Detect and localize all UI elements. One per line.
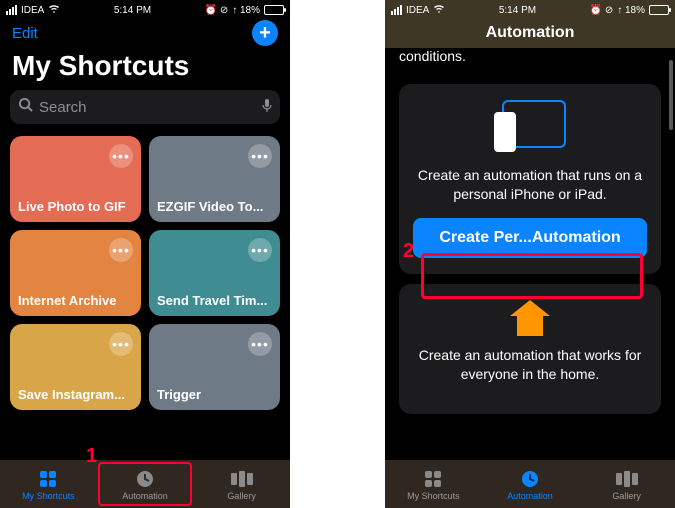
automation-icon: [519, 468, 541, 490]
shortcut-tile[interactable]: ••• Trigger: [149, 324, 280, 410]
tab-label: Gallery: [227, 491, 256, 501]
more-icon[interactable]: •••: [248, 238, 272, 262]
search-input[interactable]: Search: [10, 90, 280, 124]
annotation-number-1: 1: [86, 445, 97, 468]
annotation-number-2: 2: [403, 240, 414, 263]
shortcut-grid: ••• Live Photo to GIF ••• EZGIF Video To…: [0, 136, 290, 410]
tab-label: Automation: [122, 491, 168, 501]
shortcut-tile[interactable]: ••• EZGIF Video To...: [149, 136, 280, 222]
search-placeholder: Search: [39, 99, 256, 116]
shortcut-tile[interactable]: ••• Live Photo to GIF: [10, 136, 141, 222]
tile-label: EZGIF Video To...: [157, 199, 272, 214]
scrollbar-thumb[interactable]: [669, 60, 673, 130]
card-description: Create an automation that works for ever…: [413, 346, 647, 384]
shortcut-tile[interactable]: ••• Send Travel Tim...: [149, 230, 280, 316]
topbar: IDEA 5:14 PM ⏰ ⊘ ↑ 18% Automation: [385, 0, 675, 48]
more-icon[interactable]: •••: [109, 332, 133, 356]
add-button[interactable]: +: [252, 20, 278, 46]
tile-label: Internet Archive: [18, 293, 133, 308]
tab-label: Gallery: [612, 491, 641, 501]
battery-text: ↑ 18%: [617, 5, 645, 16]
more-icon[interactable]: •••: [248, 144, 272, 168]
signal-icon: [391, 5, 402, 15]
more-icon[interactable]: •••: [109, 238, 133, 262]
battery-text: ↑ 18%: [232, 5, 260, 16]
shortcuts-icon: [37, 468, 59, 490]
carrier-label: IDEA: [406, 5, 429, 16]
tab-bar: My Shortcuts Automation Gallery: [385, 460, 675, 508]
tab-automation[interactable]: Automation: [482, 460, 579, 508]
wifi-icon: [48, 4, 60, 17]
tile-label: Live Photo to GIF: [18, 199, 133, 214]
tile-label: Save Instagram...: [18, 387, 133, 402]
tab-gallery[interactable]: Gallery: [578, 460, 675, 508]
search-icon: [18, 97, 33, 117]
shortcut-tile[interactable]: ••• Save Instagram...: [10, 324, 141, 410]
scrollbar[interactable]: [669, 60, 673, 458]
gallery-icon: [616, 468, 638, 490]
plus-icon: +: [259, 22, 271, 45]
tab-my-shortcuts[interactable]: My Shortcuts: [385, 460, 482, 508]
mic-icon: [262, 99, 272, 116]
shortcuts-icon: [422, 468, 444, 490]
tab-my-shortcuts[interactable]: My Shortcuts: [0, 460, 97, 508]
phone-left: IDEA 5:14 PM ⏰ ⊘ ↑ 18% Edit + My Shortcu…: [0, 0, 290, 508]
card-description: Create an automation that runs on a pers…: [413, 166, 647, 204]
signal-icon: [6, 5, 17, 15]
tile-label: Trigger: [157, 387, 272, 402]
automation-icon: [134, 468, 156, 490]
carrier-label: IDEA: [21, 5, 44, 16]
tile-label: Send Travel Tim...: [157, 293, 272, 308]
battery-icon: [649, 5, 669, 15]
status-icons: ⏰ ⊘: [205, 5, 229, 16]
gallery-icon: [231, 468, 253, 490]
status-icons: ⏰ ⊘: [590, 5, 614, 16]
tab-label: My Shortcuts: [22, 491, 75, 501]
phone-right: IDEA 5:14 PM ⏰ ⊘ ↑ 18% Automation condit…: [385, 0, 675, 508]
page-title: My Shortcuts: [0, 48, 290, 90]
tab-bar: My Shortcuts Automation Gallery: [0, 460, 290, 508]
screen-title: Automation: [421, 24, 639, 42]
edit-button[interactable]: Edit: [12, 25, 38, 42]
home-automation-card: Create an automation that works for ever…: [399, 284, 661, 414]
tab-automation[interactable]: Automation: [97, 460, 194, 508]
more-icon[interactable]: •••: [109, 144, 133, 168]
more-icon[interactable]: •••: [248, 332, 272, 356]
status-bar: IDEA 5:14 PM ⏰ ⊘ ↑ 18%: [0, 0, 290, 18]
tab-label: Automation: [507, 491, 553, 501]
device-icon: [490, 100, 570, 156]
create-personal-automation-button[interactable]: Create Per...Automation: [413, 218, 647, 258]
battery-icon: [264, 5, 284, 15]
time-label: 5:14 PM: [114, 5, 151, 16]
home-icon: [510, 300, 550, 336]
tab-gallery[interactable]: Gallery: [193, 460, 290, 508]
shortcut-tile[interactable]: ••• Internet Archive: [10, 230, 141, 316]
wifi-icon: [433, 4, 445, 17]
automation-description: conditions.: [385, 48, 675, 74]
personal-automation-card: Create an automation that runs on a pers…: [399, 84, 661, 274]
header-row: Edit +: [0, 18, 290, 48]
tab-label: My Shortcuts: [407, 491, 460, 501]
time-label: 5:14 PM: [499, 5, 536, 16]
